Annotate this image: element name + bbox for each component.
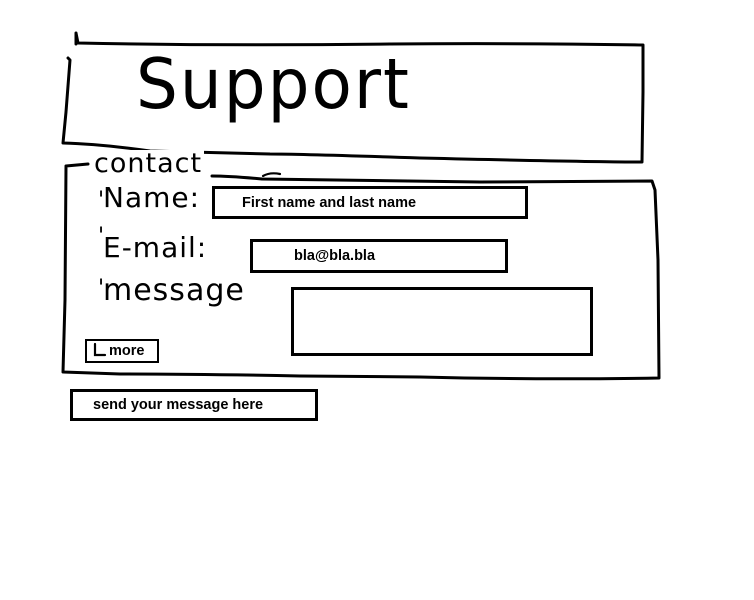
message-label: message xyxy=(103,273,245,308)
email-label: E-mail: xyxy=(103,231,208,264)
name-label: Name: xyxy=(103,181,201,214)
send-message-button[interactable]: send your message here xyxy=(70,389,318,421)
more-button[interactable]: more xyxy=(85,339,159,363)
page-title: Support xyxy=(136,43,411,125)
legend-tail xyxy=(261,172,282,178)
contact-legend: contact xyxy=(92,148,205,179)
message-field[interactable] xyxy=(291,287,593,356)
name-field[interactable] xyxy=(212,186,528,219)
email-field[interactable] xyxy=(250,239,508,273)
more-label: more xyxy=(109,343,145,359)
return-arrow-icon xyxy=(93,342,107,357)
send-label: send your message here xyxy=(93,397,264,413)
